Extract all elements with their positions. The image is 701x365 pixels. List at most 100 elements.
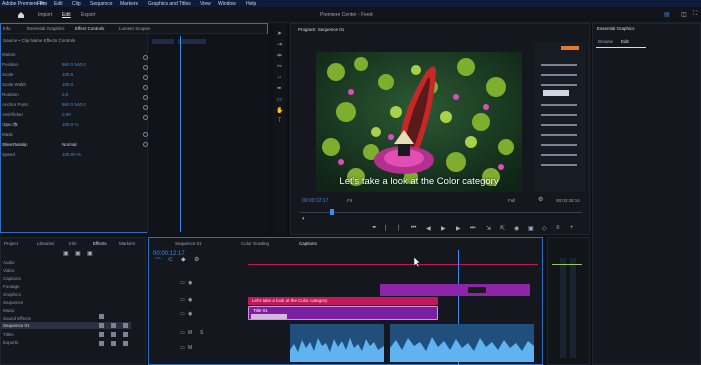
rectangle-tool-icon[interactable]: ▭ — [276, 96, 283, 103]
track-select-tool-icon[interactable]: ⇥ — [276, 41, 283, 48]
lumetri-slider[interactable] — [541, 164, 577, 166]
toggle-animation-icon[interactable] — [143, 115, 148, 120]
lumetri-slider[interactable] — [541, 114, 577, 116]
timeline-tab-captions[interactable]: Captions — [299, 241, 317, 246]
lumetri-slider[interactable] — [541, 144, 577, 146]
pen-tool-icon[interactable]: ✒ — [276, 85, 283, 92]
add-marker-icon[interactable]: ◐ — [302, 216, 306, 222]
export-frame-icon[interactable]: ◉ — [514, 225, 519, 232]
project-item-selected[interactable]: Sequence 01 — [3, 323, 30, 330]
tab-lumetri-scopes[interactable]: Lumetri Scopes — [119, 26, 150, 31]
bin-checkbox[interactable] — [99, 323, 104, 328]
toggle-animation-icon[interactable] — [143, 105, 148, 110]
audio-clip[interactable] — [290, 324, 384, 362]
effect-playhead[interactable] — [180, 36, 181, 232]
bin-checkbox[interactable] — [123, 332, 128, 337]
insert-icon[interactable]: ⇲ — [486, 225, 491, 232]
project-item[interactable]: Exports — [3, 340, 18, 347]
mask-rect-icon[interactable]: ▭ — [4, 122, 9, 128]
track-mute-icon[interactable]: M — [188, 345, 192, 351]
workspace-tab-import[interactable]: Import — [38, 12, 52, 18]
step-forward-frame-icon[interactable]: ▶ — [456, 225, 461, 232]
overwrite-icon[interactable]: ⇱ — [500, 225, 505, 232]
graphic-clip[interactable] — [380, 284, 530, 296]
track-eye-icon[interactable]: ◉ — [188, 280, 192, 286]
linked-selection-icon[interactable]: ⊂ — [168, 256, 173, 263]
bin-checkbox[interactable] — [111, 332, 116, 337]
effect-value[interactable]: 0.00 — [62, 112, 71, 119]
toggle-animation-icon[interactable] — [143, 75, 148, 80]
delete-icon[interactable]: ▣ — [87, 250, 93, 257]
project-item[interactable]: Sequence — [3, 300, 23, 307]
toggle-animation-icon[interactable] — [143, 142, 148, 147]
program-timecode[interactable]: 00:00:12:17 — [302, 198, 328, 204]
bin-checkbox[interactable] — [123, 323, 128, 328]
tab-info[interactable]: Info — [3, 26, 11, 31]
audio-clip[interactable] — [390, 324, 534, 362]
project-item[interactable]: Music — [3, 308, 15, 315]
program-monitor-title[interactable]: Program: Sequence 01 — [298, 27, 344, 32]
new-bin-icon[interactable]: ▣ — [63, 250, 69, 257]
step-back-frame-icon[interactable]: ◀ — [426, 225, 431, 232]
project-item[interactable]: Captions — [3, 276, 21, 283]
lumetri-slider[interactable] — [541, 64, 577, 66]
type-tool-icon[interactable]: T — [276, 118, 283, 125]
razor-tool-icon[interactable]: ✂ — [276, 63, 283, 70]
program-playhead[interactable] — [330, 209, 334, 215]
lumetri-slider[interactable] — [541, 74, 577, 76]
toggle-animation-icon[interactable] — [143, 132, 148, 137]
project-item[interactable]: Graphics — [3, 292, 21, 299]
step-back-icon[interactable]: ⏮ — [411, 225, 416, 232]
tab-effects[interactable]: Effects — [93, 241, 107, 246]
effect-value[interactable]: 100.00 % — [62, 152, 81, 159]
title-clip[interactable]: Title 01 — [248, 306, 438, 320]
button-editor-icon[interactable]: + — [570, 225, 574, 231]
bin-checkbox[interactable] — [99, 314, 104, 319]
ripple-edit-tool-icon[interactable]: ⇹ — [276, 52, 283, 59]
lumetri-dropdown[interactable] — [543, 90, 569, 96]
caption-clip[interactable]: Let's take a look at the Color category — [248, 297, 438, 305]
lumetri-accent-swatch[interactable] — [561, 46, 579, 50]
program-scrub-bar[interactable] — [300, 212, 582, 213]
track-solo-icon[interactable]: S — [200, 330, 203, 336]
bin-checkbox[interactable] — [123, 341, 128, 346]
effect-value[interactable]: 960.0 540.0 — [62, 102, 86, 109]
bin-checkbox[interactable] — [99, 332, 104, 337]
snap-icon[interactable]: ⌒ — [155, 256, 161, 265]
track-lock-icon[interactable]: ▭ — [180, 311, 185, 317]
effect-value[interactable]: 0.0 — [62, 92, 68, 99]
project-item[interactable]: Footage — [3, 284, 20, 291]
hand-tool-icon[interactable]: ✋ — [276, 107, 283, 114]
tab-essential-graphics[interactable]: Essential Graphics — [27, 26, 65, 31]
selection-tool-icon[interactable]: ➤ — [276, 30, 283, 37]
wrench-icon[interactable]: ⚙ — [538, 196, 543, 203]
track-lock-icon[interactable]: ▭ — [180, 330, 185, 336]
add-marker-icon[interactable]: ◆ — [181, 256, 186, 263]
effect-timeline-area[interactable] — [147, 34, 268, 234]
effect-value[interactable]: 100.0 % — [62, 122, 79, 129]
workspace-tab-export[interactable]: Export — [81, 12, 95, 18]
home-icon[interactable] — [17, 11, 25, 19]
work-area-bar[interactable] — [248, 264, 538, 265]
project-item[interactable]: Titles — [3, 332, 14, 339]
effect-value[interactable]: Normal — [62, 142, 77, 149]
bin-checkbox[interactable] — [111, 341, 116, 346]
tab-libraries[interactable]: Libraries — [37, 241, 54, 246]
track-lock-icon[interactable]: ▭ — [180, 345, 185, 351]
lumetri-slider[interactable] — [541, 154, 577, 156]
quality-dropdown[interactable]: Full — [508, 198, 515, 203]
toggle-animation-icon[interactable] — [143, 95, 148, 100]
project-item[interactable]: Video — [3, 268, 14, 275]
workspace-tab-edit[interactable]: Edit — [62, 12, 71, 18]
mask-pen-icon[interactable]: ✎ — [14, 122, 18, 128]
tab-info[interactable]: Info — [69, 241, 77, 246]
vr-icon[interactable]: ◇ — [542, 225, 547, 232]
track-eye-icon[interactable]: ◉ — [188, 297, 192, 303]
new-item-icon[interactable]: ▣ — [75, 250, 81, 257]
effect-value[interactable]: 100.0 — [62, 72, 73, 79]
tab-edit[interactable]: Edit — [621, 39, 629, 44]
go-to-in-icon[interactable]: | — [398, 225, 400, 231]
project-item[interactable]: Audio — [3, 260, 15, 267]
toggle-animation-icon[interactable] — [143, 55, 148, 60]
tab-browse[interactable]: Browse — [598, 39, 613, 44]
